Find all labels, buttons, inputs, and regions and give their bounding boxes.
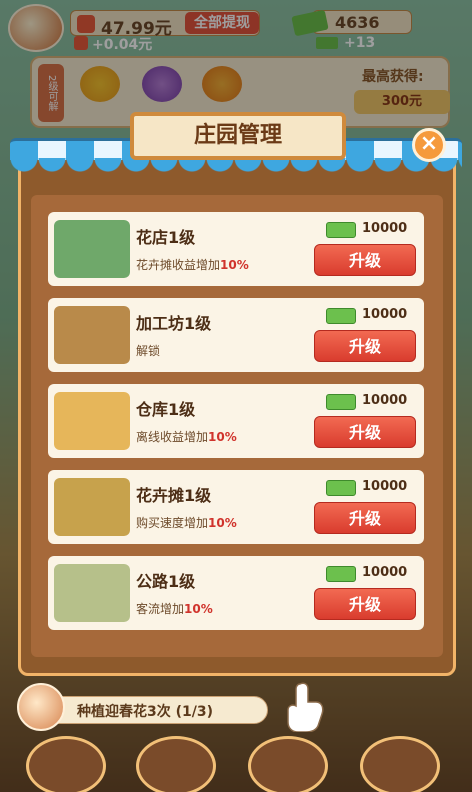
upgrade-button[interactable]: 升级 [314,502,416,534]
item-cost: 10000 [362,307,408,322]
bottom-nav-second-button[interactable] [136,736,216,792]
item-desc: 客流增加10% [136,602,213,616]
task-text: 种植迎春花3次 (1/3) [77,704,214,720]
upgrade-button[interactable]: 升级 [314,244,416,276]
modal-title: 庄园管理 [193,123,282,148]
item-cost: 10000 [362,221,408,236]
awning-scallop [10,158,462,178]
item-cost: 10000 [362,479,408,494]
item-name: 公路1级 [136,572,196,591]
item-desc: 离线收益增加10% [136,430,237,444]
list-item-workshop: 加工坊1级 解锁 10000 升级 [48,298,424,372]
warehouse-icon [54,392,130,450]
list-item-road: 公路1级 客流增加10% 10000 升级 [48,556,424,630]
item-cost: 10000 [362,393,408,408]
cash-stack-icon [326,480,356,496]
item-name: 花店1级 [136,228,196,247]
bottom-nav-third-button[interactable] [248,736,328,792]
upgrade-button[interactable]: 升级 [314,330,416,362]
modal-title-sign: 庄园管理 [130,112,346,160]
flower-shop-icon [54,220,130,278]
item-desc: 购买速度增加10% [136,516,237,530]
close-icon[interactable]: × [412,128,446,162]
item-name: 花卉摊1级 [136,486,212,505]
list-item-flower-shop: 花店1级 花卉摊收益增加10% 10000 升级 [48,212,424,286]
cash-stack-icon [326,566,356,582]
cash-stack-icon [326,394,356,410]
workshop-icon [54,306,130,364]
upgrade-button[interactable]: 升级 [314,416,416,448]
item-desc: 花卉摊收益增加10% [136,258,249,272]
cash-stack-icon [326,222,356,238]
bottom-nav-manor-button[interactable] [26,736,106,792]
pointing-hand-icon [287,682,324,732]
list-item-warehouse: 仓库1级 离线收益增加10% 10000 升级 [48,384,424,458]
bottom-nav-fourth-button[interactable] [360,736,440,792]
road-icon [54,564,130,622]
task-bar[interactable]: 种植迎春花3次 (1/3) [17,683,268,731]
item-desc: 解锁 [136,344,161,358]
item-name: 仓库1级 [136,400,196,419]
item-cost: 10000 [362,565,408,580]
upgrade-button[interactable]: 升级 [314,588,416,620]
cash-stack-icon [326,308,356,324]
flower-stall-icon [54,478,130,536]
list-item-flower-stall: 花卉摊1级 购买速度增加10% 10000 升级 [48,470,424,544]
npc-avatar [17,683,65,731]
item-name: 加工坊1级 [136,314,212,333]
